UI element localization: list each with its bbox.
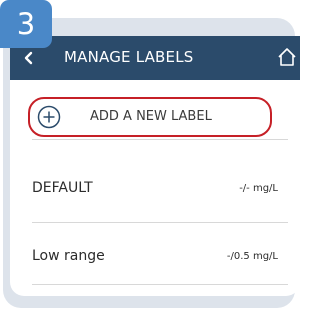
divider — [32, 284, 288, 285]
page-title: MANAGE LABELS — [64, 48, 194, 66]
step-badge: 3 — [0, 0, 52, 48]
label-name: Low range — [32, 248, 105, 264]
label-name: DEFAULT — [32, 180, 93, 196]
label-value: -/0.5 mg/L — [226, 251, 278, 262]
header-bar: MANAGE LABELS — [10, 36, 300, 80]
plus-circle-icon — [37, 105, 61, 129]
label-value: -/- mg/L — [239, 183, 278, 194]
divider — [32, 139, 288, 140]
home-icon[interactable] — [276, 46, 298, 68]
divider — [32, 222, 288, 223]
add-label-text: ADD A NEW LABEL — [90, 109, 212, 124]
chevron-left-icon[interactable] — [21, 50, 35, 66]
add-label-button[interactable]: ADD A NEW LABEL — [28, 97, 272, 137]
